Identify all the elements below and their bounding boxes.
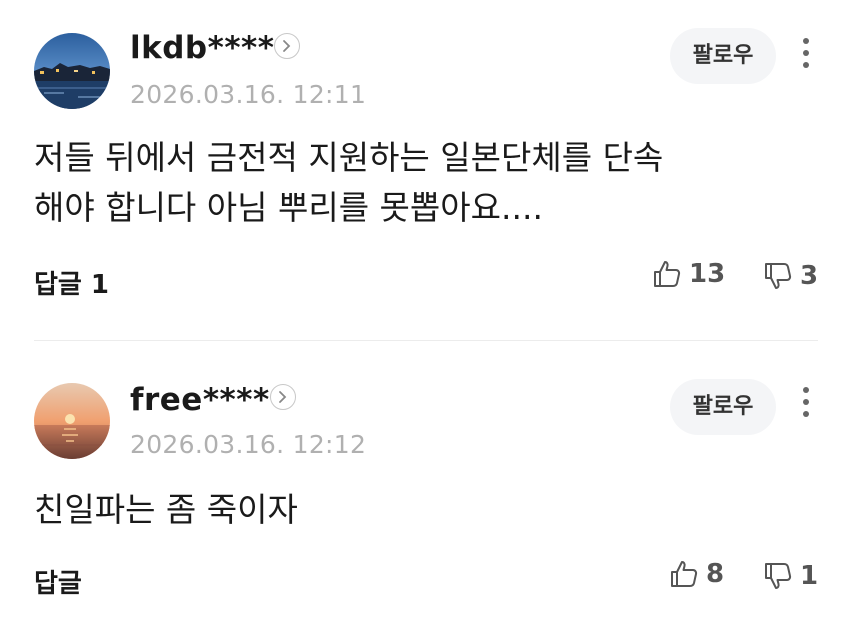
dislike-button[interactable]: 1 bbox=[762, 560, 818, 592]
chevron-right-icon[interactable] bbox=[274, 33, 300, 59]
comment-item: lkdb**** 2026.03.16. 12:11 팔로우 저들 뒤에서 금전… bbox=[0, 0, 850, 340]
comment-item: free**** 2026.03.16. 12:12 팔로우 친일파는 좀 죽이… bbox=[0, 341, 850, 636]
more-vertical-icon[interactable] bbox=[800, 38, 812, 74]
comment-text-line: 친일파는 좀 죽이자 bbox=[34, 490, 298, 529]
thumbs-up-icon bbox=[671, 561, 698, 587]
chevron-right-icon[interactable] bbox=[270, 384, 296, 410]
thumbs-down-icon bbox=[765, 563, 792, 589]
like-count: 8 bbox=[706, 559, 725, 589]
follow-button[interactable]: 팔로우 bbox=[670, 379, 776, 435]
comment-text-line: 해야 합니다 아님 뿌리를 못뽑아요.... bbox=[34, 188, 543, 227]
follow-button[interactable]: 팔로우 bbox=[670, 28, 776, 84]
dislike-button[interactable]: 3 bbox=[762, 260, 818, 292]
thumbs-down-icon bbox=[765, 263, 792, 289]
comment-text-line: 저들 뒤에서 금전적 지원하는 일본단체를 단속 bbox=[34, 138, 664, 177]
comment-date: 2026.03.16. 12:12 bbox=[130, 430, 367, 459]
night-cityscape-avatar bbox=[34, 33, 110, 109]
user-avatar[interactable] bbox=[34, 383, 110, 459]
comment-text: 친일파는 좀 죽이자 bbox=[34, 485, 824, 535]
reply-button[interactable]: 답글 1 bbox=[34, 264, 109, 301]
comment-text: 저들 뒤에서 금전적 지원하는 일본단체를 단속 해야 합니다 아님 뿌리를 못… bbox=[34, 133, 824, 233]
comment-date: 2026.03.16. 12:11 bbox=[130, 80, 367, 109]
user-avatar[interactable] bbox=[34, 33, 110, 109]
sunset-sea-avatar bbox=[34, 383, 110, 459]
dislike-count: 3 bbox=[800, 261, 819, 291]
username[interactable]: lkdb**** bbox=[130, 30, 274, 66]
dislike-count: 1 bbox=[800, 561, 819, 591]
thumbs-up-icon bbox=[654, 261, 681, 287]
username[interactable]: free**** bbox=[130, 382, 270, 418]
reply-button[interactable]: 답글 bbox=[34, 563, 82, 600]
like-button[interactable]: 8 bbox=[668, 558, 724, 590]
like-button[interactable]: 13 bbox=[651, 258, 725, 290]
like-count: 13 bbox=[689, 259, 726, 289]
more-vertical-icon[interactable] bbox=[800, 387, 812, 423]
